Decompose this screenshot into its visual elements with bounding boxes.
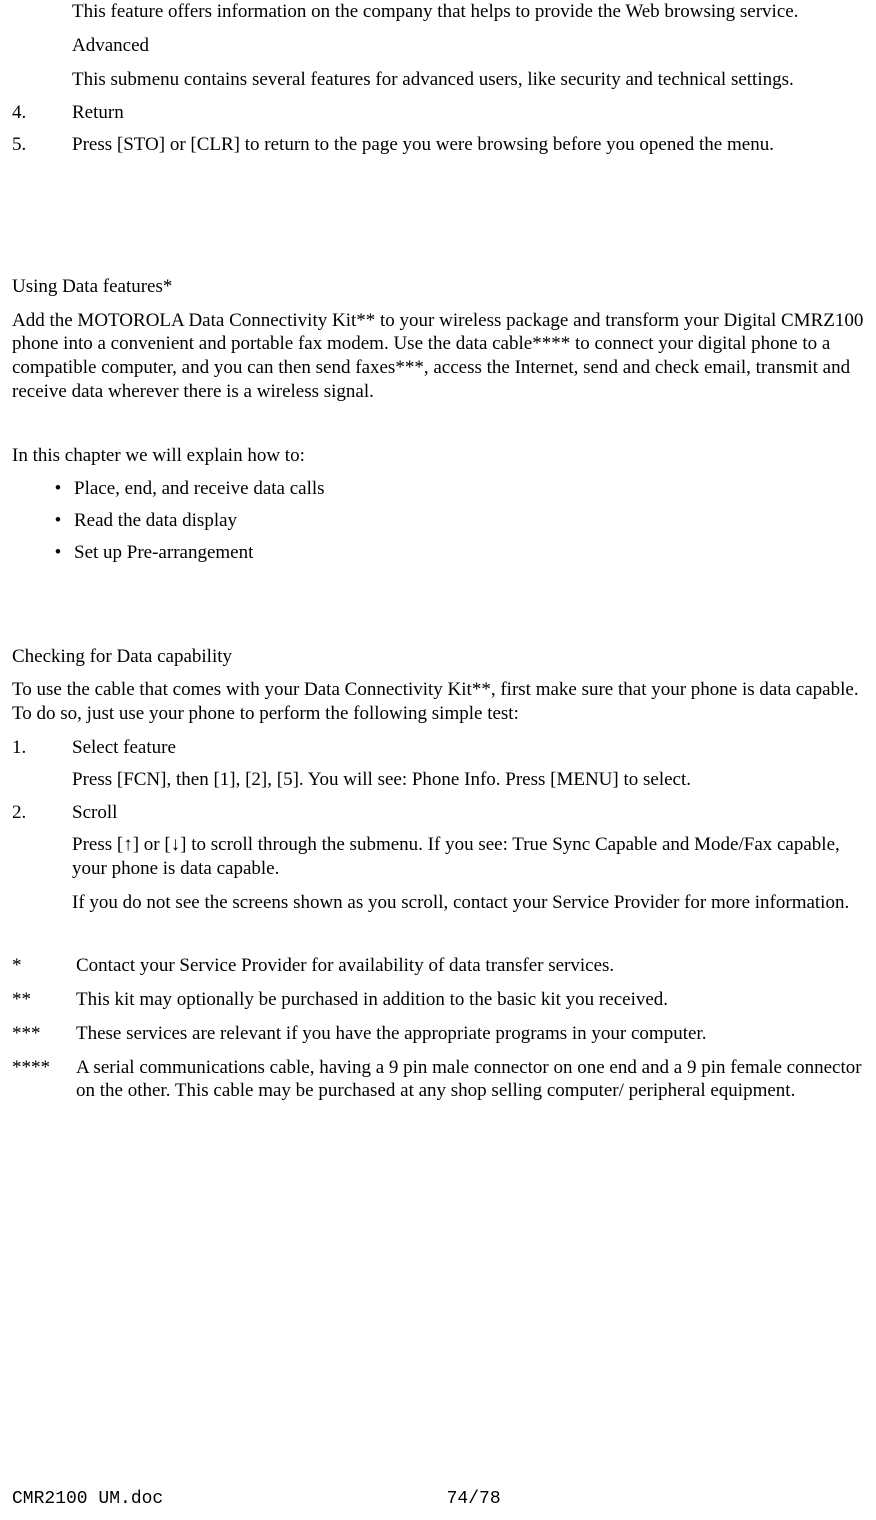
- item-number: 5.: [12, 133, 72, 157]
- numbered-item-5: 5. Press [STO] or [CLR] to return to the…: [12, 133, 864, 157]
- bullet-text: Read the data display: [74, 509, 864, 533]
- paragraph-advanced-desc: This submenu contains several features f…: [72, 68, 864, 92]
- footnote: **** A serial communications cable, havi…: [12, 1056, 864, 1104]
- item-number: 4.: [12, 101, 72, 125]
- spacer: [12, 924, 864, 954]
- footnote: * Contact your Service Provider for avai…: [12, 954, 864, 978]
- spacer: [12, 414, 864, 444]
- bullet-item: • Read the data display: [42, 509, 864, 533]
- bullet-list: • Place, end, and receive data calls • R…: [42, 477, 864, 564]
- bullet-icon: •: [42, 541, 74, 565]
- paragraph-about-desc: This feature offers information on the c…: [72, 0, 864, 24]
- paragraph-chapter-lead: In this chapter we will explain how to:: [12, 444, 864, 468]
- paragraph-data-intro: Add the MOTOROLA Data Connectivity Kit**…: [12, 309, 864, 404]
- step-body: Press [↑] or [↓] to scroll through the s…: [72, 833, 864, 881]
- paragraph-check-intro: To use the cable that comes with your Da…: [12, 678, 864, 726]
- bullet-text: Set up Pre-arrangement: [74, 541, 864, 565]
- footnotes: * Contact your Service Provider for avai…: [12, 954, 864, 1103]
- step-body: Press [FCN], then [1], [2], [5]. You wil…: [72, 768, 864, 792]
- step-extra: If you do not see the screens shown as y…: [72, 891, 864, 915]
- bullet-icon: •: [42, 509, 74, 533]
- footnote-mark: ****: [12, 1056, 76, 1104]
- bullet-item: • Place, end, and receive data calls: [42, 477, 864, 501]
- bullet-icon: •: [42, 477, 74, 501]
- step-title: Scroll: [72, 801, 864, 825]
- step-title: Select feature: [72, 736, 864, 760]
- bullet-item: • Set up Pre-arrangement: [42, 541, 864, 565]
- footnote: *** These services are relevant if you h…: [12, 1022, 864, 1046]
- heading-using-data-features: Using Data features*: [12, 275, 864, 299]
- footnote-text: A serial communications cable, having a …: [76, 1056, 864, 1104]
- footer: CMR2100 UM.doc 74/78: [12, 1488, 864, 1511]
- step-number: 1.: [12, 736, 72, 760]
- footnote-text: These services are relevant if you have …: [76, 1022, 864, 1046]
- numbered-item-4: 4. Return: [12, 101, 864, 125]
- item-title: Return: [72, 101, 864, 125]
- item-title: Press [STO] or [CLR] to return to the pa…: [72, 133, 864, 157]
- page: This feature offers information on the c…: [0, 0, 876, 1520]
- footnote: ** This kit may optionally be purchased …: [12, 988, 864, 1012]
- footnote-text: This kit may optionally be purchased in …: [76, 988, 864, 1012]
- spacer: [12, 573, 864, 645]
- footnote-text: Contact your Service Provider for availa…: [76, 954, 864, 978]
- footer-page-number: 74/78: [83, 1488, 864, 1511]
- step-item-2: 2. Scroll: [12, 801, 864, 825]
- footnote-mark: ***: [12, 1022, 76, 1046]
- footnote-mark: *: [12, 954, 76, 978]
- heading-checking-data-capability: Checking for Data capability: [12, 645, 864, 669]
- heading-advanced: Advanced: [72, 34, 864, 58]
- step-item-1: 1. Select feature: [12, 736, 864, 760]
- bullet-text: Place, end, and receive data calls: [74, 477, 864, 501]
- spacer: [12, 165, 864, 275]
- footnote-mark: **: [12, 988, 76, 1012]
- step-number: 2.: [12, 801, 72, 825]
